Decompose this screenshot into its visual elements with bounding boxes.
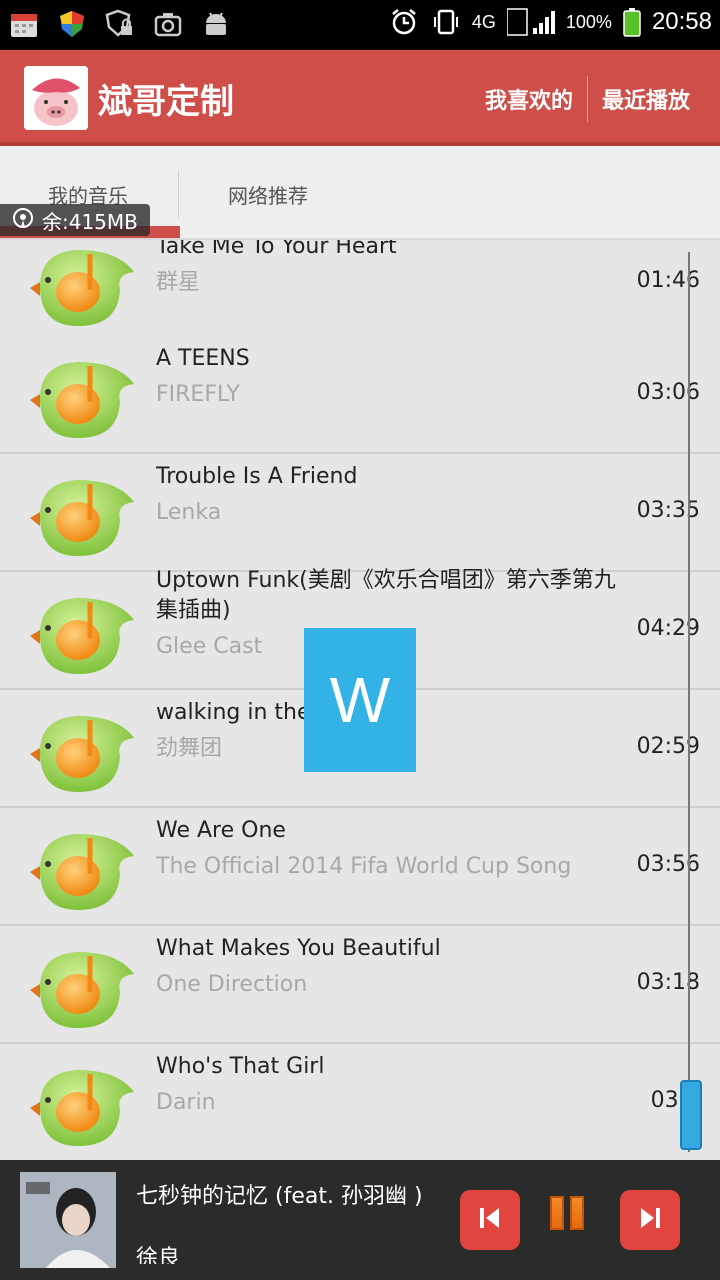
song-artist: One Direction bbox=[156, 972, 308, 997]
music-note-bird-icon bbox=[20, 706, 136, 796]
song-duration: 01:46 bbox=[636, 268, 700, 293]
song-artist: 劲舞团 bbox=[156, 736, 223, 761]
music-note-bird-icon bbox=[20, 1060, 136, 1150]
pause-icon-bar-right bbox=[570, 1196, 584, 1230]
song-artist: FIREFLY bbox=[156, 382, 240, 407]
storage-remaining: 余:415MB bbox=[42, 209, 138, 234]
pause-icon-bar-left bbox=[550, 1196, 564, 1230]
song-duration: 03:56 bbox=[636, 852, 700, 877]
song-row[interactable]: Who's That Girl Darin 03:2 bbox=[0, 1044, 720, 1160]
storage-badge: 余:415MB bbox=[0, 204, 150, 236]
music-note-bird-icon bbox=[20, 824, 136, 914]
song-duration: 04:29 bbox=[636, 616, 700, 641]
song-artist: Lenka bbox=[156, 500, 222, 525]
now-playing-bar: 七秒钟的记忆 (feat. 孙羽幽 ) 徐良 bbox=[0, 1160, 720, 1280]
avatar[interactable] bbox=[24, 66, 88, 130]
song-duration: 03:06 bbox=[636, 380, 700, 405]
shield-icon bbox=[56, 8, 88, 40]
favorites-button[interactable]: 我喜欢的 bbox=[471, 83, 587, 115]
music-note-bird-icon bbox=[20, 588, 136, 678]
song-title: What Makes You Beautiful bbox=[156, 936, 441, 961]
scroll-track bbox=[688, 252, 690, 1152]
previous-button[interactable] bbox=[460, 1190, 520, 1250]
song-title: Who's That Girl bbox=[156, 1054, 325, 1079]
fast-scroll-thumb[interactable] bbox=[680, 1080, 702, 1150]
music-note-bird-icon bbox=[20, 352, 136, 442]
screenshot-icon bbox=[152, 8, 184, 40]
calendar-icon bbox=[8, 8, 40, 40]
album-art[interactable] bbox=[20, 1172, 116, 1268]
song-row[interactable]: Trouble Is A Friend Lenka 03:35 bbox=[0, 454, 720, 572]
song-duration: 03:18 bbox=[636, 970, 700, 995]
song-duration: 03:35 bbox=[636, 498, 700, 523]
app-title: 斌哥定制 bbox=[98, 82, 234, 122]
clock: 20:58 bbox=[651, 8, 712, 35]
lock-shield-icon bbox=[104, 8, 136, 40]
song-title: We Are One bbox=[156, 818, 286, 843]
music-note-bird-icon bbox=[20, 470, 136, 560]
next-icon bbox=[637, 1205, 663, 1235]
song-row[interactable]: Take Me To Your Heart 群星 01:46 bbox=[0, 240, 720, 342]
song-title: A TEENS bbox=[156, 346, 250, 371]
vibrate-icon bbox=[430, 6, 462, 38]
song-duration: 02:59 bbox=[636, 734, 700, 759]
next-button[interactable] bbox=[620, 1190, 680, 1250]
network-4g: 4G bbox=[471, 11, 496, 32]
music-note-bird-icon bbox=[20, 240, 136, 330]
tab-online-recommend[interactable]: 网络推荐 bbox=[228, 180, 308, 209]
music-note-bird-icon bbox=[20, 942, 136, 1032]
pause-button[interactable] bbox=[550, 1196, 590, 1236]
signal-icon bbox=[506, 6, 556, 38]
song-artist: 群星 bbox=[156, 270, 201, 295]
now-playing-title: 七秒钟的记忆 (feat. 孙羽幽 ) bbox=[136, 1184, 423, 1209]
previous-icon bbox=[477, 1205, 503, 1235]
song-title: Take Me To Your Heart bbox=[156, 240, 397, 259]
song-title: Uptown Funk(美剧《欢乐合唱团》第六季第九集插曲) bbox=[156, 568, 616, 623]
android-icon bbox=[200, 8, 232, 40]
alarm-icon bbox=[388, 6, 420, 38]
song-row[interactable]: We Are One The Official 2014 Fifa World … bbox=[0, 808, 720, 926]
song-artist: Darin bbox=[156, 1090, 216, 1115]
song-row[interactable]: A TEENS FIREFLY 03:06 bbox=[0, 336, 720, 454]
song-title: Trouble Is A Friend bbox=[156, 464, 358, 489]
song-artist: The Official 2014 Fifa World Cup Song bbox=[156, 854, 572, 879]
battery-icon bbox=[622, 6, 642, 38]
podcast-icon bbox=[12, 207, 34, 234]
now-playing-artist: 徐良 bbox=[136, 1246, 181, 1264]
battery-percent: 100% bbox=[565, 11, 612, 32]
tab-bar: 我的音乐 网络推荐 余:415MB bbox=[0, 146, 720, 240]
status-bar: 4G 100% 20:58 bbox=[0, 0, 720, 50]
alphabet-index-overlay: W bbox=[304, 628, 416, 772]
song-artist: Glee Cast bbox=[156, 634, 263, 659]
recent-play-button[interactable]: 最近播放 bbox=[588, 83, 704, 115]
song-row[interactable]: What Makes You Beautiful One Direction 0… bbox=[0, 926, 720, 1044]
app-header: 斌哥定制 我喜欢的 最近播放 bbox=[0, 50, 720, 146]
tab-divider bbox=[178, 170, 179, 218]
